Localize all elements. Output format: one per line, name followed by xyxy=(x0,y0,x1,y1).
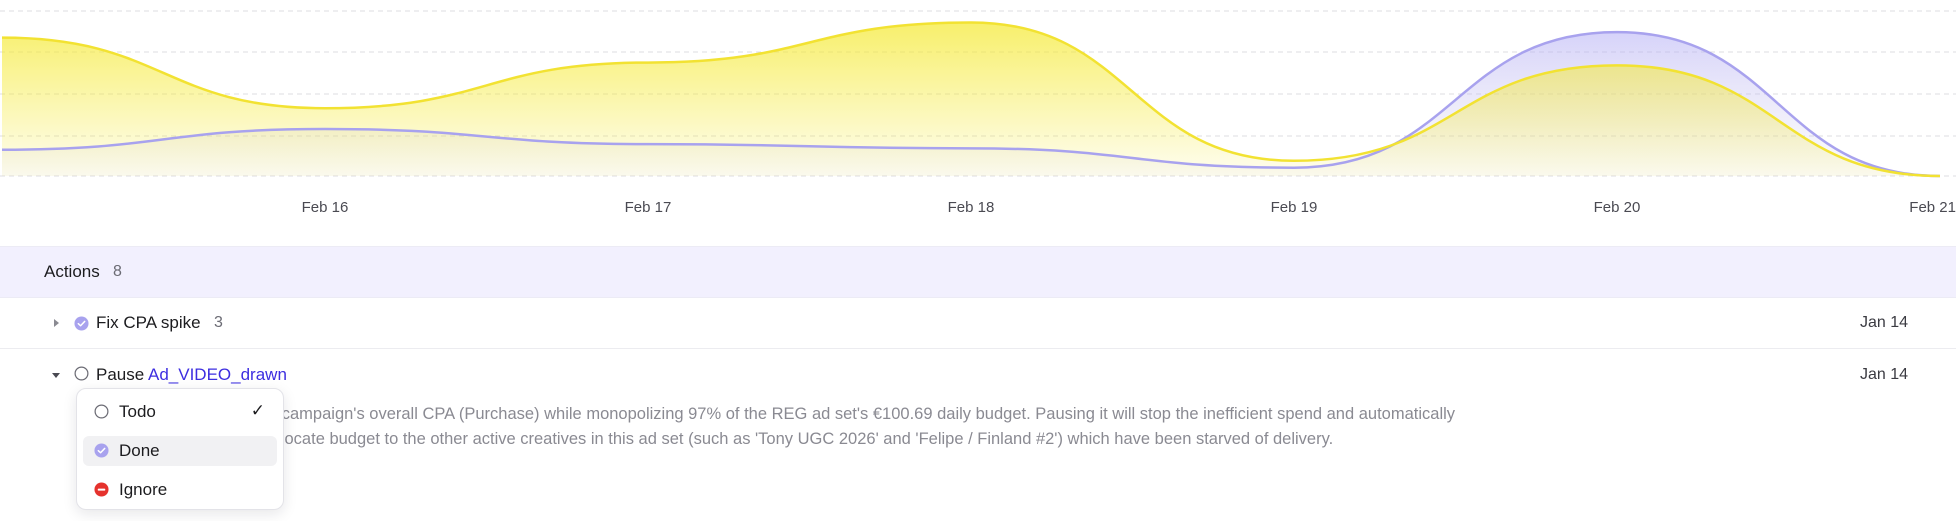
status-option-label: Todo xyxy=(119,402,156,421)
status-option-todo[interactable]: Todo ✓ xyxy=(83,397,277,427)
x-tick-label: Feb 19 xyxy=(1271,199,1318,216)
circle-empty-icon xyxy=(94,404,109,419)
x-tick-label: Feb 20 xyxy=(1594,199,1641,216)
circle-empty-icon[interactable] xyxy=(74,366,89,381)
action-description: e campaign's overall CPA (Purchase) whil… xyxy=(268,402,1628,452)
check-circle-icon[interactable] xyxy=(74,316,89,331)
status-dropdown: Todo ✓ Done Ignore xyxy=(76,388,284,510)
action-title[interactable]: Fix CPA spike xyxy=(96,313,201,333)
chevron-down-icon[interactable] xyxy=(50,369,62,381)
checkmark-icon: ✓ xyxy=(250,401,265,420)
action-date: Jan 14 xyxy=(1859,314,1908,331)
app-root: Feb 16 Feb 17 Feb 18 Feb 19 Feb 20 Feb 21 Act… xyxy=(0,0,1956,521)
actions-header: Actions 8 xyxy=(0,246,1956,298)
action-title[interactable]: Pause Ad_VIDEO_drawn xyxy=(96,365,287,385)
ad-link[interactable]: Ad_VIDEO_drawn xyxy=(148,365,287,384)
x-tick-label: Feb 21 xyxy=(1909,199,1956,216)
actions-title: Actions xyxy=(44,262,100,281)
chevron-right-icon[interactable] xyxy=(50,317,62,329)
status-option-label: Done xyxy=(119,441,160,460)
status-option-done[interactable]: Done xyxy=(83,436,277,466)
x-tick-label: Feb 17 xyxy=(625,199,672,216)
description-line-1: e campaign's overall CPA (Purchase) whil… xyxy=(268,405,1456,423)
performance-chart: Feb 16 Feb 17 Feb 18 Feb 19 Feb 20 Feb 21 xyxy=(0,0,1956,246)
status-option-ignore[interactable]: Ignore xyxy=(83,475,277,505)
status-option-label: Ignore xyxy=(119,480,168,499)
x-tick-label: Feb 16 xyxy=(302,199,349,216)
minus-circle-icon xyxy=(94,482,109,497)
action-count: 3 xyxy=(214,314,223,331)
description-line-2: allocate budget to the other active crea… xyxy=(268,430,1334,448)
x-tick-label: Feb 18 xyxy=(948,199,995,216)
action-date: Jan 14 xyxy=(1859,366,1908,383)
action-prefix: Pause xyxy=(96,365,145,384)
check-circle-icon xyxy=(94,443,109,458)
action-row-fix-cpa-spike[interactable]: Fix CPA spike 3 Jan 14 xyxy=(0,298,1956,349)
actions-count: 8 xyxy=(113,263,122,280)
chart-svg: Feb 16 Feb 17 Feb 18 Feb 19 Feb 20 Feb 21 xyxy=(0,10,1956,216)
